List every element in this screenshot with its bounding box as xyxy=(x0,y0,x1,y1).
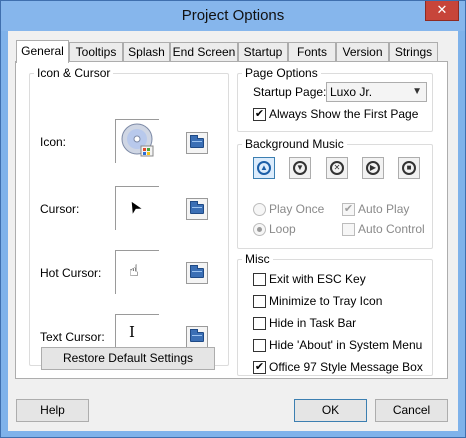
stop-icon: ■ xyxy=(402,161,416,175)
startup-page-label: Startup Page: xyxy=(253,85,327,99)
folder-icon xyxy=(190,265,204,278)
misc-legend: Misc xyxy=(245,252,270,266)
hide-taskbar-label: Hide in Task Bar xyxy=(269,316,357,330)
close-icon: ✕ xyxy=(330,161,344,175)
icon-preview xyxy=(115,119,159,163)
hide-about-checkbox[interactable] xyxy=(253,339,266,352)
page-options-legend: Page Options xyxy=(245,66,318,80)
loop-label: Loop xyxy=(269,222,296,236)
office97-label: Office 97 Style Message Box xyxy=(269,360,423,374)
play-once-radio[interactable] xyxy=(253,203,266,216)
startup-page-value: Luxo Jr. xyxy=(330,85,373,99)
always-show-first-label: Always Show the First Page xyxy=(269,107,419,121)
down-icon: ▼ xyxy=(293,161,307,175)
hide-about-label: Hide 'About' in System Menu xyxy=(269,338,423,352)
restore-defaults-button[interactable]: Restore Default Settings xyxy=(41,347,215,370)
loop-radio[interactable] xyxy=(253,223,266,236)
folder-icon xyxy=(190,201,204,214)
auto-control-label: Auto Control xyxy=(358,222,425,236)
folder-icon xyxy=(190,135,204,148)
text-cursor-label: Text Cursor: xyxy=(40,330,105,344)
exit-esc-label: Exit with ESC Key xyxy=(269,272,366,286)
tab-fonts[interactable]: Fonts xyxy=(288,42,336,62)
close-button[interactable]: ✕ xyxy=(425,1,459,21)
tab-general[interactable]: General xyxy=(16,40,69,63)
startup-page-select[interactable]: Luxo Jr. ▼ xyxy=(326,82,427,102)
help-button[interactable]: Help xyxy=(16,399,89,422)
cd-icon xyxy=(121,123,154,157)
cursor-preview: ➤ xyxy=(115,186,159,230)
minimize-tray-checkbox[interactable] xyxy=(253,295,266,308)
chevron-down-icon: ▼ xyxy=(412,86,422,97)
hand-cursor-icon: ☝ xyxy=(129,263,139,280)
dialog-client: General Tooltips Splash End Screen Start… xyxy=(8,31,458,431)
music-down-button[interactable]: ▼ xyxy=(289,157,311,179)
music-play-button[interactable]: ▶ xyxy=(362,157,384,179)
cursor-label: Cursor: xyxy=(40,202,80,216)
tab-tooltips[interactable]: Tooltips xyxy=(69,42,123,62)
cancel-button[interactable]: Cancel xyxy=(375,399,448,422)
always-show-first-checkbox[interactable]: ✔ xyxy=(253,108,266,121)
minimize-tray-label: Minimize to Tray Icon xyxy=(269,294,383,308)
ok-button[interactable]: OK xyxy=(294,399,367,422)
play-once-label: Play Once xyxy=(269,202,325,216)
browse-hot-cursor-button[interactable] xyxy=(186,262,208,284)
folder-icon xyxy=(190,329,204,342)
misc-group: Misc xyxy=(237,252,433,376)
browse-cursor-button[interactable] xyxy=(186,198,208,220)
tab-strings[interactable]: Strings xyxy=(389,42,438,62)
music-close-button[interactable]: ✕ xyxy=(326,157,348,179)
hide-taskbar-checkbox[interactable] xyxy=(253,317,266,330)
eject-icon: ▲ xyxy=(257,161,271,175)
music-stop-button[interactable]: ■ xyxy=(398,157,420,179)
icon-label: Icon: xyxy=(40,135,67,149)
icon-cursor-legend: Icon & Cursor xyxy=(37,66,111,80)
music-eject-button[interactable]: ▲ xyxy=(253,157,275,179)
project-options-window: Project Options ✕ General Tooltips Splas… xyxy=(0,0,466,438)
browse-text-cursor-button[interactable] xyxy=(186,326,208,348)
auto-play-checkbox[interactable]: ✔ xyxy=(342,203,355,216)
hot-cursor-label: Hot Cursor: xyxy=(40,266,102,280)
tab-startup[interactable]: Startup xyxy=(238,42,288,62)
office97-checkbox[interactable]: ✔ xyxy=(253,361,266,374)
background-music-legend: Background Music xyxy=(245,137,344,151)
play-icon: ▶ xyxy=(366,161,380,175)
browse-icon-button[interactable] xyxy=(186,132,208,154)
ibeam-cursor-icon: I xyxy=(129,323,135,341)
general-tab-panel: Icon & Cursor Icon: Cursor: ➤ Hot Cursor… xyxy=(15,61,448,379)
auto-control-checkbox[interactable] xyxy=(342,223,355,236)
tab-splash[interactable]: Splash xyxy=(123,42,170,62)
tab-end-screen[interactable]: End Screen xyxy=(170,42,238,62)
auto-play-label: Auto Play xyxy=(358,202,410,216)
arrow-cursor-icon: ➤ xyxy=(124,196,146,217)
tab-version[interactable]: Version xyxy=(336,42,389,62)
window-title: Project Options xyxy=(181,7,285,24)
exit-esc-checkbox[interactable] xyxy=(253,273,266,286)
title-bar[interactable]: Project Options ✕ xyxy=(1,1,465,31)
hot-cursor-preview: ☝ xyxy=(115,250,159,294)
